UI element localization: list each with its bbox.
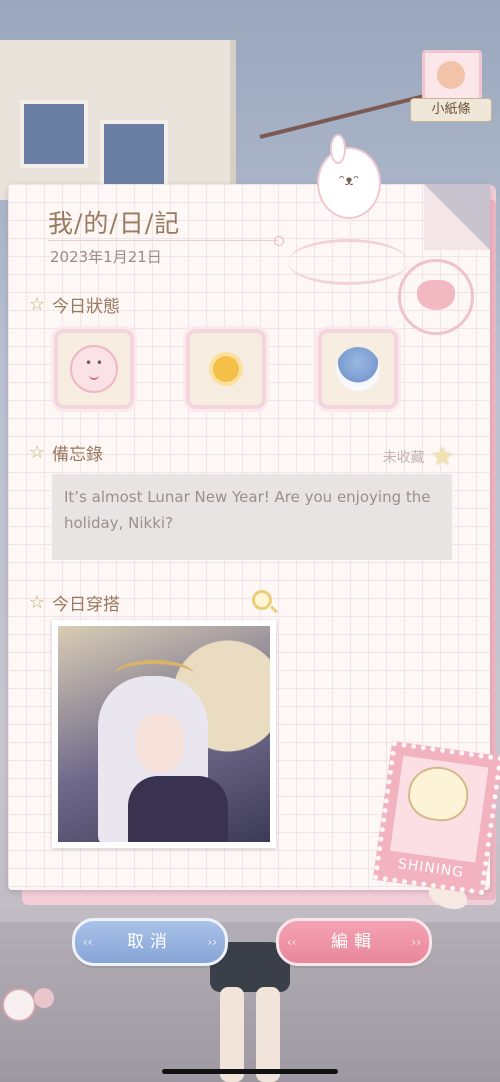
character-legs [210, 942, 290, 1082]
status-weather-tile[interactable] [186, 329, 266, 409]
outfit-label: 今日穿搭 [52, 595, 120, 615]
cancel-button[interactable]: ‹‹ 取消 ›› [72, 918, 228, 966]
star-icon: ☆ [28, 592, 46, 613]
cancel-label: 取消 [127, 932, 173, 952]
status-row [54, 329, 398, 409]
outfit-photo[interactable] [52, 620, 276, 848]
memo-heading: ☆ 備忘錄 [26, 440, 103, 465]
left-arrows-icon: ‹‹ [83, 935, 93, 949]
diary-date: 2023年1月21日 [50, 248, 162, 266]
star-icon: ☆ [28, 442, 46, 463]
shining-stamp: SHINING [372, 740, 500, 896]
home-indicator[interactable] [162, 1069, 338, 1074]
hanging-paw-decoration [0, 912, 60, 1022]
postmark-decoration [288, 239, 408, 285]
note-button[interactable]: 小紙條 [410, 50, 494, 122]
memo-text: It’s almost Lunar New Year! Are you enjo… [52, 474, 452, 560]
background-building [0, 40, 236, 200]
status-scene-tile[interactable] [318, 329, 398, 409]
page-fold [424, 184, 490, 250]
cat-stamp-icon [398, 259, 474, 335]
right-arrows-icon: ›› [411, 935, 421, 949]
sunny-icon [200, 340, 242, 390]
status-heading: ☆ 今日狀態 [26, 292, 120, 317]
edit-button[interactable]: ‹‹ 編輯 ›› [276, 918, 432, 966]
diary-title: 我/的/日/記 [48, 209, 181, 238]
outfit-heading: ☆ 今日穿搭 [26, 590, 120, 615]
memo-label: 備忘錄 [52, 445, 103, 465]
avatar [422, 50, 482, 102]
edit-label: 編輯 [331, 932, 377, 952]
snow-scene-icon [336, 347, 380, 391]
favorite-star-icon: ★ [430, 442, 454, 472]
search-icon[interactable] [252, 590, 272, 610]
note-label: 小紙條 [410, 98, 492, 122]
favorite-toggle[interactable]: 未收藏 ★ [383, 442, 454, 472]
right-arrows-icon: ›› [207, 935, 217, 949]
star-icon: ☆ [28, 294, 46, 315]
status-mood-tile[interactable] [54, 329, 134, 409]
outfit-image [58, 626, 270, 842]
left-arrows-icon: ‹‹ [287, 935, 297, 949]
smile-face-icon [70, 345, 118, 393]
status-label: 今日狀態 [52, 297, 120, 317]
title-underline [48, 236, 284, 246]
favorite-label: 未收藏 [382, 450, 425, 466]
bunny-sticker-icon [322, 134, 376, 214]
